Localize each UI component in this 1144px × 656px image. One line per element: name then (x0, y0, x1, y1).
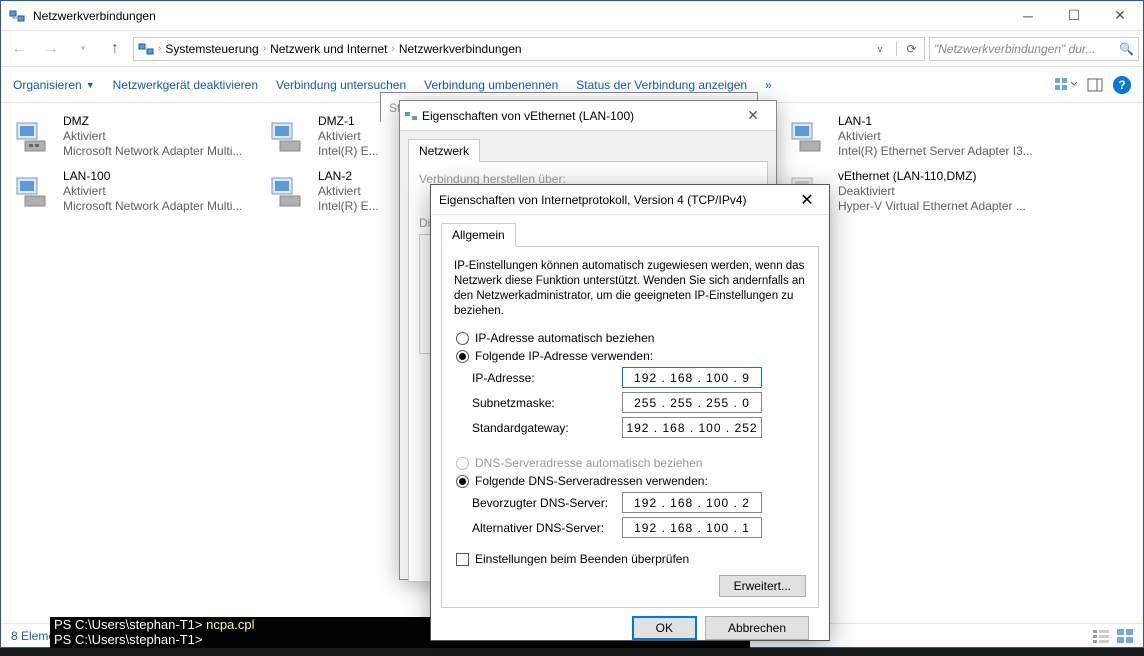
organize-button[interactable]: Organisieren▼ (13, 78, 95, 92)
breadcrumb-item[interactable]: Systemsteuerung (165, 42, 258, 56)
up-button[interactable]: ↑ (101, 35, 129, 63)
window-title: Netzwerkverbindungen (33, 9, 1005, 23)
adapter-name: vEthernet (LAN-110,DMZ) (838, 169, 1026, 184)
subnet-input[interactable]: 255 . 255 . 255 . 0 (622, 392, 762, 413)
adapter-name: LAN-100 (63, 169, 242, 184)
adapter-status: Deaktiviert (838, 184, 1026, 199)
cancel-button[interactable]: Abbrechen (705, 616, 809, 640)
advanced-button[interactable]: Erweitert... (719, 575, 806, 597)
intro-text: IP-Einstellungen können automatisch zuge… (454, 259, 806, 319)
dns-alt-input[interactable]: 192 . 168 . 100 . 1 (622, 517, 762, 538)
forward-button[interactable]: → (37, 35, 65, 63)
help-button[interactable]: ? (1113, 76, 1131, 94)
search-placeholder: "Netzwerkverbindungen" dur... (934, 42, 1096, 56)
prompt: PS C:\Users\stephan-T1> (54, 617, 202, 632)
ip-address-label: IP-Adresse: (472, 371, 622, 385)
network-adapter-icon (270, 117, 310, 157)
adapter-desc: Intel(R) Ethernet Server Adapter I3... (838, 144, 1033, 159)
adapter-status: Aktiviert (63, 129, 242, 144)
dialog-icon (400, 109, 422, 123)
titlebar: Netzwerkverbindungen ─ ☐ ✕ (1, 1, 1143, 31)
radio-dns-auto: DNS-Serveradresse automatisch beziehen (456, 456, 806, 470)
breadcrumb-icon (138, 41, 154, 57)
ok-button[interactable]: OK (632, 616, 697, 640)
status-button[interactable]: Status der Verbindung anzeigen (576, 78, 747, 92)
dns-pref-input[interactable]: 192 . 168 . 100 . 2 (622, 492, 762, 513)
breadcrumb[interactable]: › Systemsteuerung › Netzwerk und Interne… (133, 37, 925, 61)
adapter-status: Aktiviert (63, 184, 242, 199)
app-icon (9, 8, 25, 24)
view-large-icon[interactable] (1117, 629, 1133, 643)
adapter-item[interactable]: LAN-2AktiviertIntel(R) E... (266, 164, 386, 219)
dns-alt-label: Alternativer DNS-Server: (472, 521, 622, 535)
adapter-status: Aktiviert (318, 129, 379, 144)
radio-checked-icon (456, 475, 469, 488)
dialog-title: Eigenschaften von Internetprotokoll, Ver… (431, 193, 785, 207)
radio-ip-auto[interactable]: IP-Adresse automatisch beziehen (456, 331, 806, 345)
rename-button[interactable]: Verbindung umbenennen (424, 78, 558, 92)
recent-dropdown-icon[interactable]: ▾ (69, 35, 97, 63)
prompt: PS C:\Users\stephan-T1> (54, 632, 202, 647)
validate-checkbox-row[interactable]: Einstellungen beim Beenden überprüfen (456, 552, 806, 566)
radio-icon (456, 332, 469, 345)
adapter-desc: Hyper-V Virtual Ethernet Adapter ... (838, 199, 1026, 214)
close-button[interactable]: ✕ (1097, 1, 1143, 31)
chevron-right-icon: › (263, 43, 266, 54)
radio-ip-manual[interactable]: Folgende IP-Adresse verwenden: (456, 349, 806, 363)
chevron-right-icon: › (391, 43, 394, 54)
minimize-button[interactable]: ─ (1005, 1, 1051, 31)
preview-pane-button[interactable] (1087, 77, 1103, 93)
adapter-desc: Microsoft Network Adapter Multi... (63, 144, 242, 159)
network-adapter-icon (270, 172, 310, 212)
close-button[interactable]: ✕ (730, 101, 776, 131)
gateway-label: Standardgateway: (472, 421, 622, 435)
breadcrumb-item[interactable]: Netzwerk und Internet (270, 42, 387, 56)
adapter-item[interactable]: DMZ-1AktiviertIntel(R) E... (266, 109, 386, 164)
ip-address-input[interactable]: 192 . 168 . 100 . 9 (622, 367, 762, 388)
adapter-name: DMZ (63, 114, 242, 129)
breadcrumb-item[interactable]: Netzwerkverbindungen (399, 42, 522, 56)
network-adapter-icon (15, 172, 55, 212)
command: ncpa.cpl (202, 617, 254, 632)
network-adapter-icon (15, 117, 55, 157)
radio-disabled-icon (456, 457, 469, 470)
dialog-title: Eigenschaften von vEthernet (LAN-100) (422, 109, 730, 123)
view-details-icon[interactable] (1093, 629, 1109, 643)
adapter-item[interactable]: DMZAktiviertMicrosoft Network Adapter Mu… (11, 109, 266, 164)
maximize-button[interactable]: ☐ (1051, 1, 1097, 31)
adapter-desc: Intel(R) E... (318, 199, 379, 214)
adapter-item[interactable]: LAN-100AktiviertMicrosoft Network Adapte… (11, 164, 266, 219)
view-icons-button[interactable] (1055, 77, 1077, 93)
close-button[interactable]: ✕ (785, 190, 829, 210)
diagnose-button[interactable]: Verbindung untersuchen (276, 78, 406, 92)
adapter-item[interactable]: LAN-1AktiviertIntel(R) Ethernet Server A… (786, 109, 1041, 164)
adapter-desc: Microsoft Network Adapter Multi... (63, 199, 242, 214)
chevron-down-icon[interactable]: v (868, 44, 892, 54)
tab-network[interactable]: Netzwerk (408, 139, 480, 162)
adapter-status: Aktiviert (838, 129, 1033, 144)
back-button[interactable]: ← (5, 35, 33, 63)
subnet-label: Subnetzmaske: (472, 396, 622, 410)
checkbox-icon (456, 553, 469, 566)
network-adapter-icon (790, 117, 830, 157)
gateway-input[interactable]: 192 . 168 . 100 . 252 (622, 417, 762, 438)
adapter-name: DMZ-1 (318, 114, 379, 129)
navbar: ← → ▾ ↑ › Systemsteuerung › Netzwerk und… (1, 31, 1143, 67)
radio-dns-manual[interactable]: Folgende DNS-Serveradressen verwenden: (456, 474, 806, 488)
ipv4-properties-dialog: Eigenschaften von Internetprotokoll, Ver… (430, 184, 830, 641)
adapter-name: LAN-2 (318, 169, 379, 184)
more-commands-button[interactable]: » (765, 78, 772, 92)
refresh-icon[interactable]: ⟳ (896, 42, 920, 56)
radio-checked-icon (456, 350, 469, 363)
tab-general[interactable]: Allgemein (441, 223, 516, 247)
chevron-down-icon: ▼ (86, 80, 95, 90)
adapter-desc: Intel(R) E... (318, 144, 379, 159)
dns-pref-label: Bevorzugter DNS-Server: (472, 496, 622, 510)
adapter-status: Aktiviert (318, 184, 379, 199)
adapter-name: LAN-1 (838, 114, 1033, 129)
search-input[interactable]: "Netzwerkverbindungen" dur... 🔍 (929, 37, 1139, 61)
chevron-right-icon: › (158, 43, 161, 54)
disable-device-button[interactable]: Netzwerkgerät deaktivieren (113, 78, 258, 92)
search-icon: 🔍 (1119, 42, 1134, 56)
